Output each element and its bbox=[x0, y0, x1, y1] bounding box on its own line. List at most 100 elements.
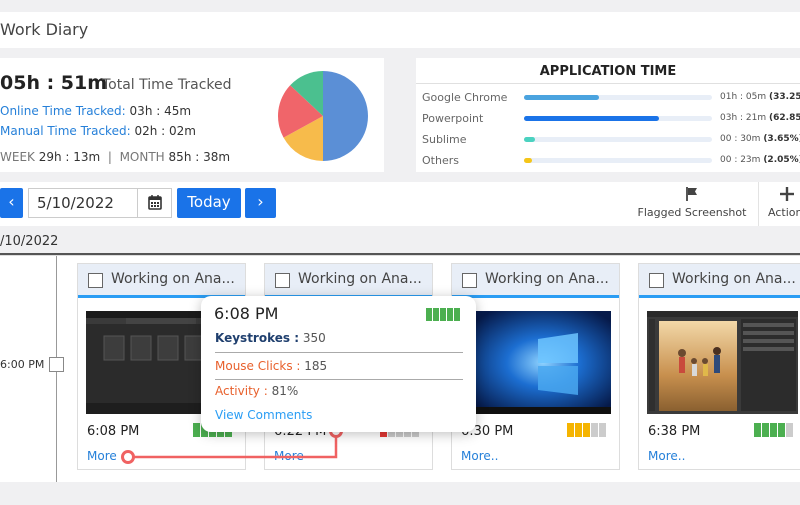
chevron-left-icon: ‹ bbox=[8, 192, 15, 211]
mouse-clicks-value: 185 bbox=[304, 359, 328, 373]
activity-bar bbox=[433, 308, 439, 321]
card-title: Working on Ana... bbox=[672, 271, 796, 287]
card-checkbox[interactable] bbox=[462, 273, 477, 288]
card-header: Working on Ana... bbox=[265, 264, 432, 298]
calendar-icon bbox=[148, 195, 162, 210]
screenshot-thumbnail[interactable] bbox=[647, 311, 798, 414]
activity-bar bbox=[440, 308, 446, 321]
period-separator: | bbox=[107, 150, 112, 164]
app-row: Sublime 00 : 30m (3.65%) bbox=[416, 130, 800, 150]
app-progress-fill bbox=[524, 137, 536, 142]
popup-divider bbox=[215, 352, 463, 353]
activity-bar bbox=[591, 423, 598, 437]
app-progress-track bbox=[524, 158, 712, 163]
application-time-title: APPLICATION TIME bbox=[416, 58, 800, 84]
page-title: Work Diary bbox=[0, 20, 89, 39]
manual-time-label: Manual Time Tracked: bbox=[0, 124, 131, 138]
app-name: Sublime bbox=[422, 133, 467, 146]
view-comments-link[interactable]: View Comments bbox=[215, 408, 312, 422]
manual-time-value: 02h : 02m bbox=[134, 124, 196, 138]
activity-bar bbox=[786, 423, 793, 437]
card-header: Working on Ana... bbox=[639, 264, 800, 298]
activity-row: Activity : 81% bbox=[215, 384, 463, 398]
keystrokes-label: Keystrokes : bbox=[215, 331, 300, 345]
keystrokes-value: 350 bbox=[302, 331, 326, 345]
time-pie-chart bbox=[278, 71, 368, 161]
date-toolbar: ‹ Today › Flagged Screenshot bbox=[0, 182, 800, 226]
screenshot-thumbnail[interactable] bbox=[460, 311, 611, 414]
action-button[interactable]: Action bbox=[768, 186, 800, 219]
card-checkbox[interactable] bbox=[88, 273, 103, 288]
popup-time: 6:08 PM bbox=[214, 304, 279, 323]
card-time: 6:08 PM bbox=[87, 424, 140, 439]
time-slot-checkbox[interactable] bbox=[49, 357, 64, 372]
online-time: Online Time Tracked: 03h : 45m bbox=[0, 104, 191, 118]
app-time: 00 : 30m bbox=[720, 134, 761, 144]
activity-bar bbox=[599, 423, 606, 437]
more-link[interactable]: More bbox=[274, 449, 304, 463]
photo-editor-screenshot bbox=[647, 311, 798, 414]
pie-slice bbox=[323, 71, 368, 161]
card-header: Working on Ana... bbox=[78, 264, 245, 298]
app-time-value: 03h : 21m (62.85%) bbox=[720, 113, 800, 123]
flagged-screenshot-label: Flagged Screenshot bbox=[637, 206, 747, 219]
period-totals: WEEK 29h : 13m | MONTH 85h : 38m bbox=[0, 150, 230, 164]
screenshot-card[interactable]: Working on Ana... 6:30 PM More.. bbox=[451, 263, 620, 470]
total-time-value: 05h : 51m bbox=[0, 72, 108, 94]
activity-bar bbox=[754, 423, 761, 437]
windows-desktop-screenshot bbox=[460, 311, 611, 414]
month-label: MONTH bbox=[119, 150, 165, 164]
online-time-value: 03h : 45m bbox=[129, 104, 192, 118]
flag-icon bbox=[686, 187, 697, 201]
activity-bar bbox=[770, 423, 777, 437]
next-day-button[interactable]: › bbox=[245, 188, 276, 218]
more-link[interactable]: More.. bbox=[461, 449, 498, 463]
more-link[interactable]: More bbox=[87, 449, 117, 463]
app-name: Powerpoint bbox=[422, 112, 484, 125]
month-value: 85h : 38m bbox=[168, 150, 231, 164]
date-picker[interactable] bbox=[28, 188, 172, 218]
app-row: Others 00 : 23m (2.05%) bbox=[416, 151, 800, 171]
activity-bar bbox=[447, 308, 453, 321]
app-row: Powerpoint 03h : 21m (62.85%) bbox=[416, 109, 800, 129]
card-checkbox[interactable] bbox=[275, 273, 290, 288]
app-time: 03h : 21m bbox=[720, 113, 767, 123]
card-title: Working on Ana... bbox=[485, 271, 609, 287]
chevron-right-icon: › bbox=[257, 192, 264, 211]
card-header: Working on Ana... bbox=[452, 264, 619, 298]
app-time: 00 : 23m bbox=[720, 155, 761, 165]
today-button[interactable]: Today bbox=[177, 188, 241, 218]
prev-day-button[interactable]: ‹ bbox=[0, 188, 23, 218]
calendar-button[interactable] bbox=[137, 189, 171, 217]
activity-bars bbox=[567, 422, 607, 441]
activity-popup: 6:08 PM Keystrokes : 350 Mouse Clicks : … bbox=[201, 296, 476, 432]
summary-card: 05h : 51m Total Time Tracked Online Time… bbox=[0, 58, 384, 172]
screenshot-card[interactable]: Working on Ana... 6:38 PM More.. bbox=[638, 263, 800, 470]
popup-activity-bars bbox=[426, 306, 461, 325]
activity-bar bbox=[778, 423, 785, 437]
app-name: Google Chrome bbox=[422, 91, 508, 104]
activity-bars bbox=[754, 422, 794, 441]
flagged-screenshot-button[interactable]: Flagged Screenshot bbox=[636, 186, 748, 219]
card-title: Working on Ana... bbox=[111, 271, 235, 287]
activity-bar bbox=[583, 423, 590, 437]
card-checkbox[interactable] bbox=[649, 273, 664, 288]
page-header: Work Diary bbox=[0, 12, 800, 48]
activity-value: 81% bbox=[271, 384, 299, 398]
activity-bar bbox=[575, 423, 582, 437]
app-percent: (62.85%) bbox=[769, 113, 800, 123]
app-progress-track bbox=[524, 95, 712, 100]
week-value: 29h : 13m bbox=[38, 150, 101, 164]
activity-bar bbox=[426, 308, 432, 321]
activity-bar bbox=[762, 423, 769, 437]
time-slot-label: 6:00 PM bbox=[0, 358, 45, 371]
activity-label: Activity : bbox=[215, 384, 268, 398]
more-link[interactable]: More.. bbox=[648, 449, 685, 463]
app-time-value: 00 : 23m (2.05%) bbox=[720, 155, 800, 165]
toolbar-divider bbox=[758, 182, 759, 226]
date-input[interactable] bbox=[37, 194, 137, 212]
online-time-label: Online Time Tracked: bbox=[0, 104, 126, 118]
app-time: 01h : 05m bbox=[720, 92, 767, 102]
app-percent: (33.25%) bbox=[769, 92, 800, 102]
app-row: Google Chrome 01h : 05m (33.25%) bbox=[416, 88, 800, 108]
